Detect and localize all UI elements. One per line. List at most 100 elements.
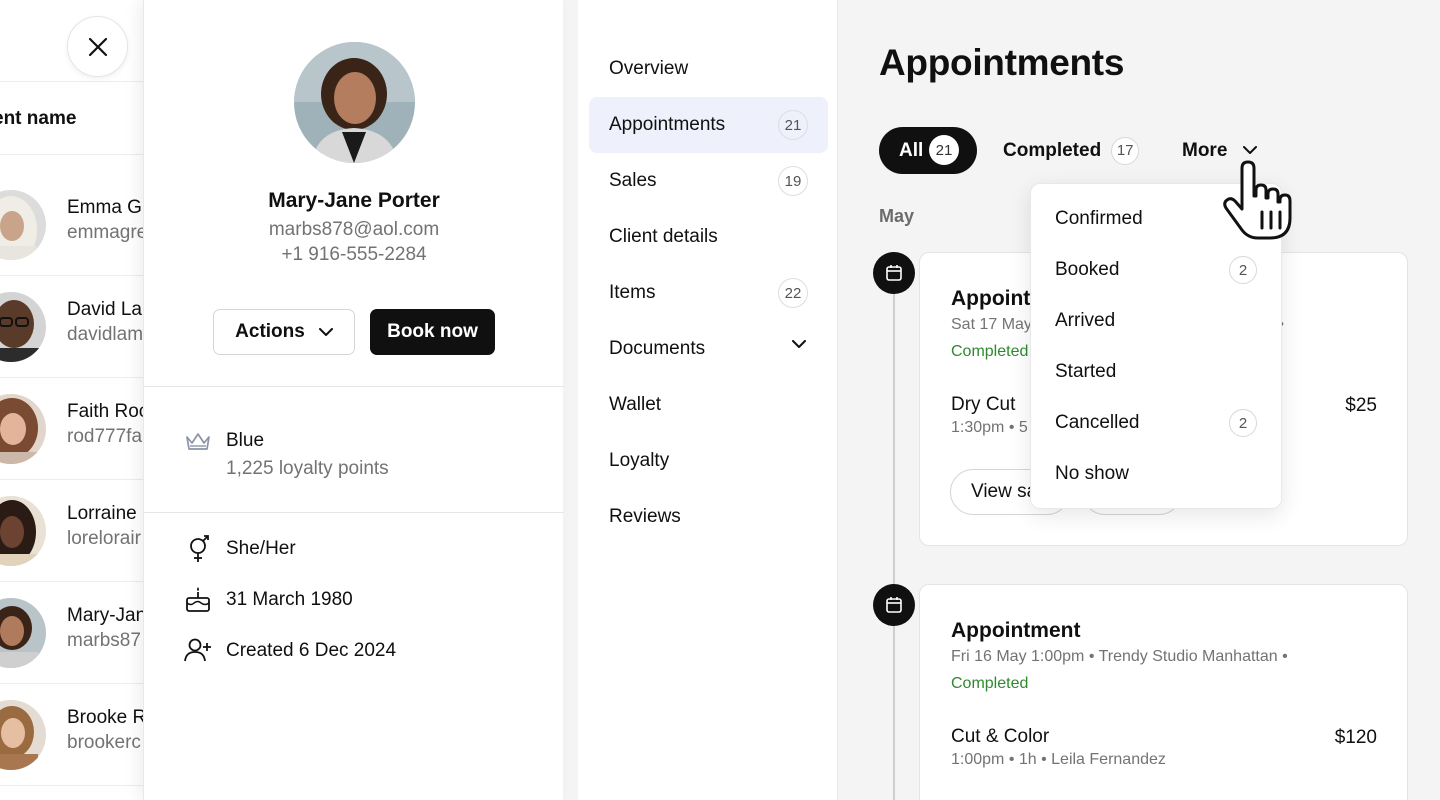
appointment-meta: Fri 16 May 1:00pm • Trendy Studio Manhat… [951,648,1288,665]
client-email: emmagre [67,222,148,243]
appointment-title: Appoint [951,287,1031,310]
client-avatar [294,42,415,163]
dropdown-item-started[interactable]: Started [1055,352,1257,392]
client-row[interactable]: Emma Gr emmagre [0,174,160,276]
service-name: Dry Cut [951,394,1016,415]
nav-item-label: Sales [609,170,657,191]
nav-item-appointments[interactable]: Appointments 21 [589,97,828,153]
view-sale-label: View sa [971,481,1038,502]
nav-item-wallet[interactable]: Wallet [589,377,828,433]
count-badge: 21 [929,135,959,165]
created-date: Created 6 Dec 2024 [226,640,397,661]
dropdown-item-booked[interactable]: Booked 2 [1055,250,1257,290]
client-name: Faith Roc [67,401,149,422]
column-header-client-name: ent name [0,108,77,129]
actions-label: Actions [235,321,305,342]
nav-item-loyalty[interactable]: Loyalty [589,433,828,489]
chevron-down-icon [792,340,806,348]
client-name: Lorraine [67,503,137,524]
nav-item-label: Reviews [609,506,681,527]
count-badge: 2 [1229,409,1257,437]
nav-item-label: Wallet [609,394,662,415]
dropdown-item-cancelled[interactable]: Cancelled 2 [1055,403,1257,443]
pronouns: She/Her [226,538,296,559]
count-badge: 17 [1111,136,1140,165]
crown-icon [184,428,212,456]
appointment-card[interactable]: Appointment Fri 16 May 1:00pm • Trendy S… [919,584,1408,800]
client-row[interactable]: Brooke R brookerc [0,684,160,786]
service-name: Cut & Color [951,726,1050,747]
woman-scarf-avatar [0,700,46,770]
client-email: brookerc [67,732,141,753]
timeline-line [893,292,895,800]
divider [144,512,564,513]
client-row[interactable]: Faith Roc rod777fa [0,378,160,480]
client-name-title: Mary-Jane Porter [268,189,440,212]
nav-item-overview[interactable]: Overview [589,41,828,97]
hand-pointer-cursor-icon [1218,160,1298,244]
calendar-icon [873,584,915,626]
nav-item-items[interactable]: Items 22 [589,265,828,321]
service-meta: 1:30pm • 5 [951,419,1028,436]
nav-item-sales[interactable]: Sales 19 [589,153,828,209]
nav-item-client-details[interactable]: Client details [589,209,828,265]
loyalty-tier: Blue [226,430,265,451]
birthday: 31 March 1980 [226,589,353,610]
client-email: davidlam [67,324,144,345]
service-meta: 1:00pm • 1h • Leila Fernandez [951,751,1166,768]
count-badge: 2 [1229,256,1257,284]
client-row[interactable]: David Lar davidlam [0,276,160,378]
count-badge: 19 [778,166,808,196]
book-now-label: Book now [387,321,478,342]
client-nav: Overview Appointments 21 Sales 19 Client… [578,0,838,800]
filter-all-tab[interactable]: All 21 [879,127,977,174]
birthday-cake-icon [184,585,212,613]
client-email: rod777fa [67,426,143,447]
calendar-icon [873,252,915,294]
appointment-title: Appointment [951,619,1081,642]
filter-label: Completed [1003,139,1102,161]
gender-icon [184,535,212,563]
dropdown-item-no-show[interactable]: No show [1055,454,1257,494]
dropdown-item-arrived[interactable]: Arrived [1055,301,1257,341]
service-price: $120 [1334,727,1377,748]
client-name: David Lar [67,299,149,320]
nav-item-documents[interactable]: Documents [589,321,828,377]
nav-item-reviews[interactable]: Reviews [589,489,828,545]
dropdown-item-label: Arrived [1055,310,1116,331]
nav-item-label: Items [609,282,656,303]
client-list: ent name Emma Gr emmagre David Lar david… [0,0,160,800]
woman-hijab-avatar [0,190,46,260]
nav-item-label: Overview [609,58,689,79]
client-email: marbs878@aol.com [268,219,440,240]
woman-braids-avatar [0,496,46,566]
client-email: marbs87 [67,630,141,651]
page-title: Appointments [879,42,1125,83]
filter-label: All [899,139,924,161]
filter-label: More [1182,139,1228,161]
client-name: Brooke R [67,707,147,728]
filter-completed-tab[interactable]: Completed 17 [1003,127,1140,174]
client-phone: +1 916-555-2284 [281,244,427,265]
count-badge: 22 [778,278,808,308]
nav-item-label: Documents [609,338,706,359]
actions-button[interactable]: Actions [213,309,355,355]
client-row[interactable]: Lorraine lorelorair [0,480,160,582]
dropdown-item-label: No show [1055,463,1129,484]
woman-curly-avatar [0,394,46,464]
client-row[interactable]: Mary-Jan marbs87 [0,582,160,684]
count-badge: 21 [778,110,808,140]
dropdown-item-label: Booked [1055,259,1120,280]
mary-jane-avatar [0,598,46,668]
month-heading: May [879,206,915,226]
chevron-down-icon [1243,146,1258,154]
dropdown-item-label: Confirmed [1055,208,1143,229]
close-button[interactable] [67,16,128,77]
chevron-down-icon [318,327,333,336]
dropdown-item-label: Cancelled [1055,412,1140,433]
client-list-header[interactable]: ent name [0,81,160,155]
book-now-button[interactable]: Book now [370,309,495,355]
client-name: Mary-Jan [67,605,147,626]
appointment-date: Sat 17 May [951,316,1032,333]
status-badge: Completed [951,675,1029,692]
